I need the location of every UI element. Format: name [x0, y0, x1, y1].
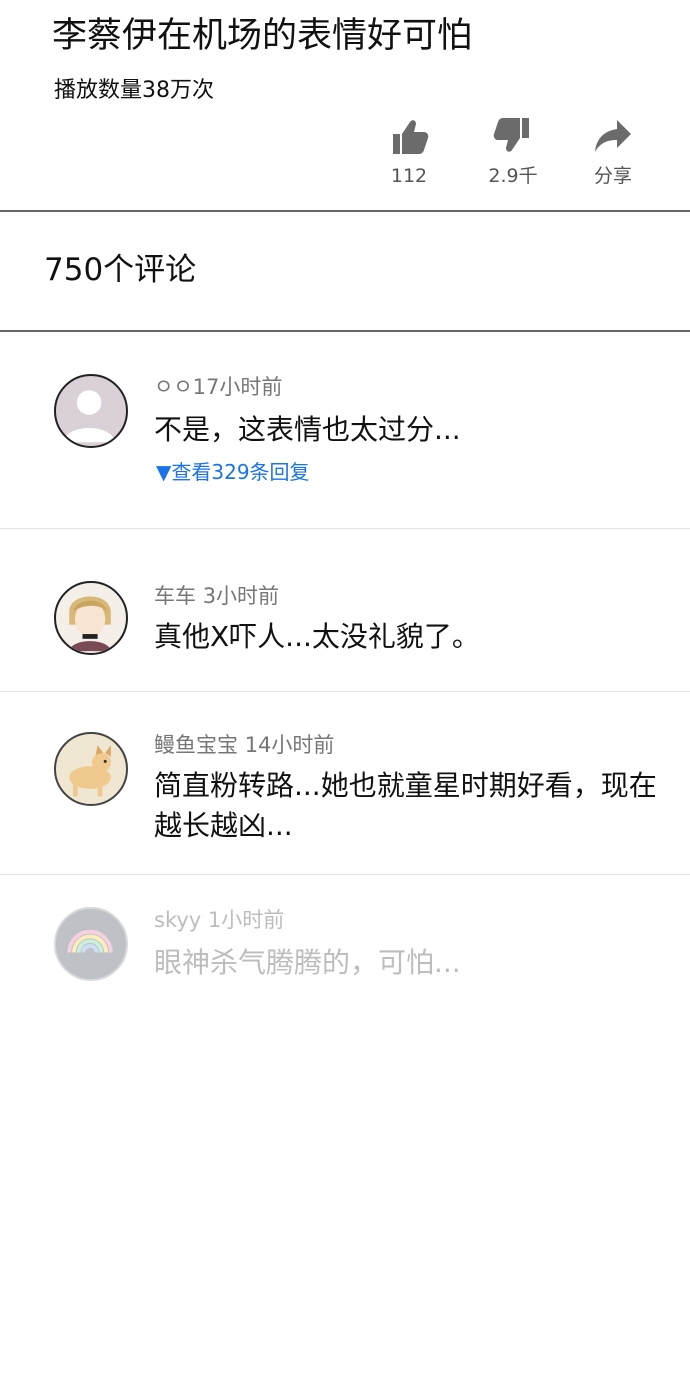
comment-item[interactable]: 车车 3小时前 真他X吓人...太没礼貌了。 — [0, 529, 690, 691]
dislike-count: 2.9千 — [488, 165, 538, 187]
share-arrow-icon — [595, 120, 631, 152]
comment-meta: 鳗鱼宝宝 14小时前 — [154, 730, 334, 760]
avatar[interactable] — [54, 581, 128, 655]
comment-item[interactable]: skyy 1小时前 眼神杀气腾腾的，可怕... — [0, 875, 690, 1015]
share-button[interactable]: 分享 — [568, 114, 658, 188]
comment-text: 真他X吓人...太没礼貌了。 — [154, 620, 480, 653]
default-user-avatar-icon — [63, 390, 115, 443]
avatar[interactable] — [54, 374, 128, 448]
comment-author[interactable]: ㅇㅇ — [154, 375, 193, 399]
comment-author[interactable]: 鳗鱼宝宝 — [154, 733, 238, 757]
comment-time: 14小时前 — [244, 733, 335, 757]
share-label: 分享 — [593, 165, 632, 187]
header-divider — [0, 210, 690, 212]
like-button[interactable]: 112 — [364, 114, 454, 188]
video-title: 李蔡伊在机场的表情好可怕 — [52, 16, 473, 56]
comment-text: 眼神杀气腾腾的，可怕... — [154, 946, 461, 979]
like-count: 112 — [390, 165, 428, 187]
comment-meta: skyy 1小时前 — [154, 905, 284, 935]
thumbs-up-icon — [393, 120, 429, 154]
avatar[interactable] — [54, 732, 128, 806]
view-count: 播放数量38万次 — [54, 78, 214, 103]
dog-avatar-icon — [69, 745, 111, 797]
comment-time: 1小时前 — [207, 908, 285, 932]
comment-text: 不是，这表情也太过分... — [154, 413, 461, 446]
comment-author[interactable]: skyy — [154, 908, 201, 932]
view-replies-link[interactable]: ▼查看329条回复 — [156, 458, 310, 486]
comment-meta: ㅇㅇ17小时前 — [154, 372, 282, 402]
comment-count-heading: 750个评论 — [44, 252, 197, 288]
dislike-button[interactable]: 2.9千 — [468, 114, 558, 188]
comment-meta: 车车 3小时前 — [154, 581, 279, 611]
comment-text: 简直粉转路...她也就童星时期好看，现在越长越凶... — [154, 769, 657, 842]
comment-item[interactable]: ㅇㅇ17小时前 不是，这表情也太过分... ▼查看329条回复 — [0, 332, 690, 528]
comment-item[interactable]: 鳗鱼宝宝 14小时前 简直粉转路...她也就童星时期好看，现在越长越凶... — [0, 692, 690, 874]
rainbow-avatar-icon — [67, 929, 113, 953]
comment-time: 3小时前 — [202, 584, 280, 608]
cartoon-singer-avatar-icon — [69, 596, 111, 652]
avatar[interactable] — [54, 907, 128, 981]
comment-time: 17小时前 — [192, 375, 283, 399]
video-header: 李蔡伊在机场的表情好可怕 播放数量38万次 112 2.9千 分享 — [0, 0, 690, 210]
comment-author[interactable]: 车车 — [154, 584, 196, 608]
thumbs-down-icon — [493, 118, 529, 152]
